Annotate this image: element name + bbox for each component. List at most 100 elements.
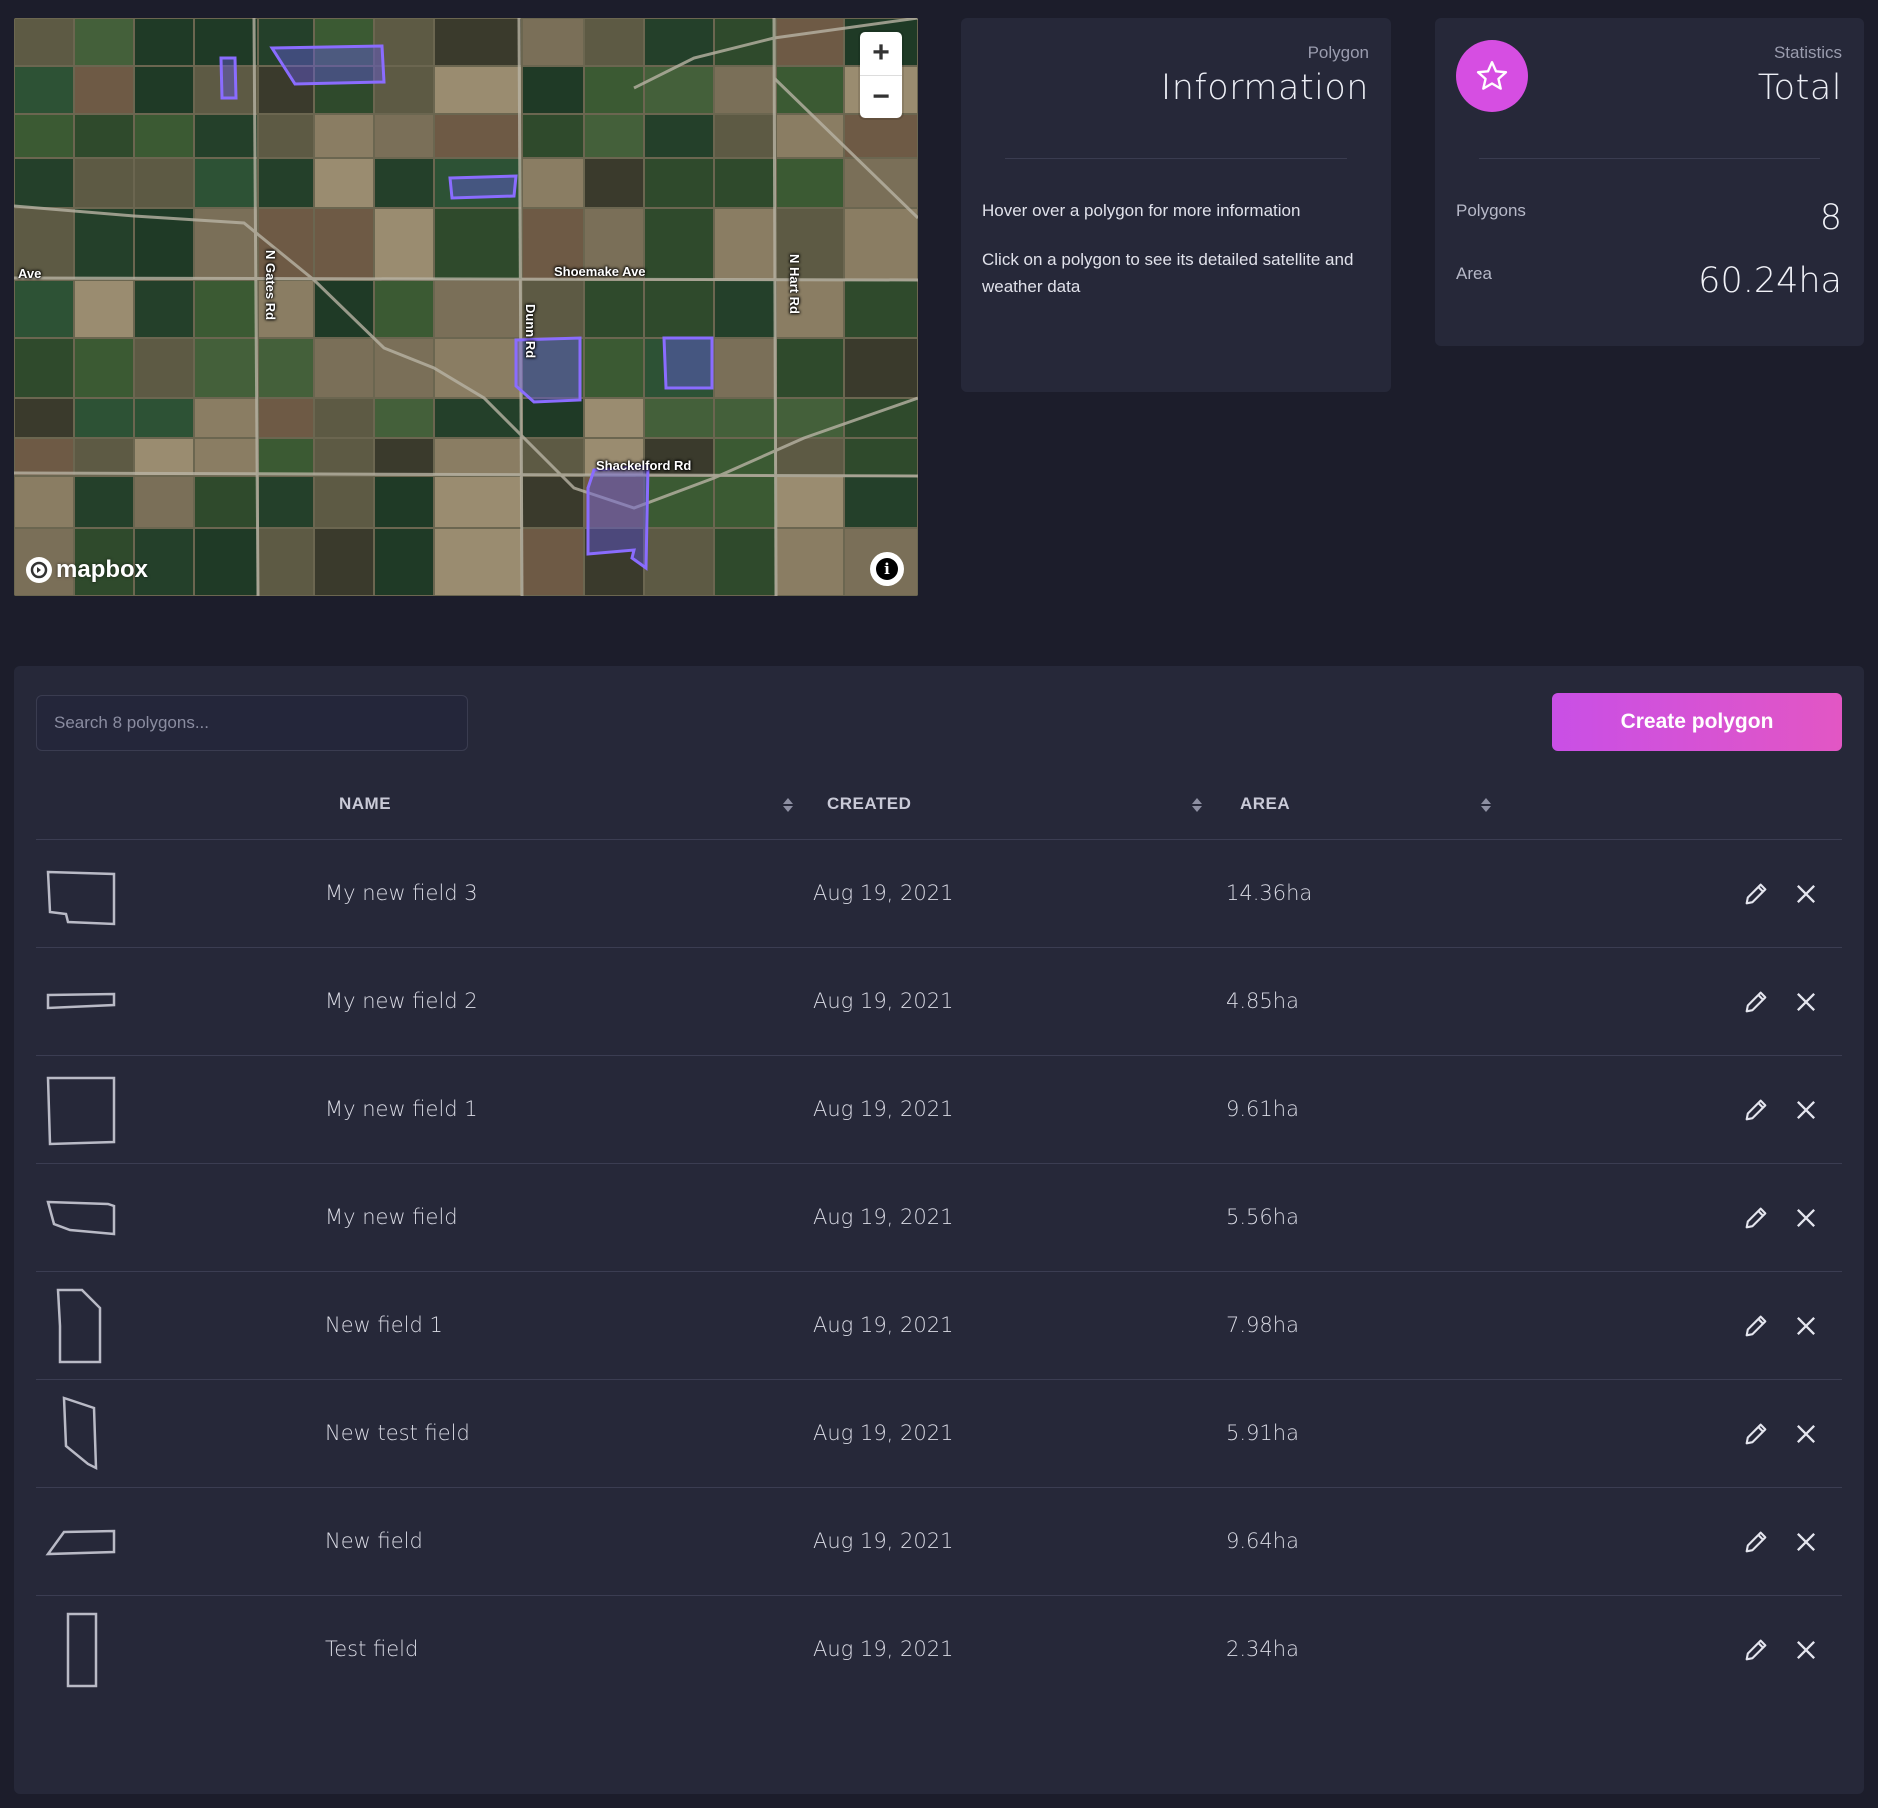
pencil-icon[interactable] — [1742, 1420, 1770, 1448]
close-icon[interactable] — [1792, 1096, 1820, 1124]
farm-field-patch — [259, 339, 313, 397]
map-attribution-info-button[interactable]: i — [870, 552, 904, 586]
farm-field-patch — [375, 529, 433, 595]
polygon-created: Aug 19, 2021 — [813, 1313, 954, 1337]
table-row[interactable]: New field Aug 19, 2021 9.64ha — [36, 1488, 1842, 1596]
table-row[interactable]: Test field Aug 19, 2021 2.34ha — [36, 1596, 1842, 1704]
close-icon[interactable] — [1792, 880, 1820, 908]
farm-field-patch — [645, 67, 713, 113]
polygon-shape-icon — [45, 1529, 116, 1556]
close-icon[interactable] — [1792, 1636, 1820, 1664]
info-click-hint: Click on a polygon to see its detailed s… — [982, 250, 1354, 296]
farm-field-patch — [435, 115, 521, 157]
pencil-icon[interactable] — [1742, 1204, 1770, 1232]
pencil-icon[interactable] — [1742, 988, 1770, 1016]
farm-field-patch — [135, 159, 193, 207]
zoom-in-button[interactable]: + — [860, 32, 902, 75]
pencil-icon[interactable] — [1742, 1312, 1770, 1340]
farm-field-patch — [315, 529, 373, 595]
farm-field-patch — [645, 159, 713, 207]
farm-field-patch — [585, 115, 643, 157]
farm-field-patch — [715, 209, 775, 279]
polygon-area: 2.34ha — [1226, 1637, 1299, 1661]
polygon-area: 9.64ha — [1226, 1529, 1299, 1553]
sort-area-icon[interactable] — [1480, 796, 1492, 814]
farm-field-patch — [645, 209, 713, 279]
farm-field-patch — [315, 339, 373, 397]
farm-field-patch — [75, 399, 133, 437]
sort-name-icon[interactable] — [782, 796, 794, 814]
map[interactable]: Ave N Gates Rd Dunn Rd Shoemake Ave N Ha… — [14, 18, 918, 596]
farm-field-patch — [715, 159, 775, 207]
table-row[interactable]: New field 1 Aug 19, 2021 7.98ha — [36, 1272, 1842, 1380]
farm-field-patch — [435, 209, 521, 279]
farm-field-patch — [15, 281, 73, 337]
farm-field-patch — [523, 159, 583, 207]
create-polygon-button[interactable]: Create polygon — [1552, 693, 1842, 751]
farm-field-patch — [435, 477, 521, 527]
table-row[interactable]: My new field 1 Aug 19, 2021 9.61ha — [36, 1056, 1842, 1164]
polygon-created: Aug 19, 2021 — [813, 1637, 954, 1661]
road-label-shoemake: Shoemake Ave — [554, 264, 646, 279]
farm-field-patch — [585, 159, 643, 207]
polygon-area: 9.61ha — [1226, 1097, 1299, 1121]
table-row[interactable]: My new field Aug 19, 2021 5.56ha — [36, 1164, 1842, 1272]
pencil-icon[interactable] — [1742, 1096, 1770, 1124]
farm-field-patch — [75, 439, 133, 475]
farm-field-patch — [195, 281, 257, 337]
table-row[interactable]: My new field 3 Aug 19, 2021 14.36ha — [36, 840, 1842, 948]
farm-field-patch — [75, 209, 133, 279]
pencil-icon[interactable] — [1742, 1636, 1770, 1664]
farm-field-patch — [435, 339, 521, 397]
farm-field-patch — [259, 159, 313, 207]
column-header-created[interactable]: CREATED — [827, 794, 911, 814]
polygon-name: New field 1 — [325, 1313, 443, 1337]
table-row[interactable]: My new field 2 Aug 19, 2021 4.85ha — [36, 948, 1842, 1056]
info-icon: i — [876, 558, 898, 580]
table-row[interactable]: New test field Aug 19, 2021 5.91ha — [36, 1380, 1842, 1488]
farm-field-patch — [523, 115, 583, 157]
zoom-control: + − — [860, 32, 902, 118]
close-icon[interactable] — [1792, 1528, 1820, 1556]
farm-field-patch — [585, 281, 643, 337]
close-icon[interactable] — [1792, 1204, 1820, 1232]
farm-field-patch — [715, 339, 775, 397]
page: Ave N Gates Rd Dunn Rd Shoemake Ave N Ha… — [0, 0, 1878, 1808]
farm-field-patch — [585, 339, 643, 397]
search-input[interactable] — [36, 695, 468, 751]
farm-field-patch — [15, 439, 73, 475]
pencil-icon[interactable] — [1742, 1528, 1770, 1556]
column-header-area[interactable]: AREA — [1240, 794, 1290, 814]
pencil-icon[interactable] — [1742, 880, 1770, 908]
farm-field-patch — [75, 19, 133, 65]
polygon-information-card: Polygon Information Hover over a polygon… — [961, 18, 1391, 392]
polygon-shape-icon — [46, 992, 116, 1010]
polygon-name: My new field 2 — [325, 989, 478, 1013]
farm-field-patch — [15, 115, 73, 157]
mapbox-logo[interactable]: mapbox — [26, 556, 148, 584]
sort-created-icon[interactable] — [1191, 796, 1203, 814]
farm-field-patch — [645, 529, 713, 595]
farm-field-patch — [15, 399, 73, 437]
farm-field-patch — [15, 67, 73, 113]
farm-field-patch — [375, 209, 433, 279]
farm-field-patch — [195, 339, 257, 397]
farm-field-patch — [645, 19, 713, 65]
close-icon[interactable] — [1792, 1420, 1820, 1448]
farm-field-patch — [75, 281, 133, 337]
farm-field-patch — [645, 477, 713, 527]
farm-field-patch — [259, 529, 313, 595]
zoom-out-button[interactable]: − — [860, 74, 902, 119]
farm-field-patch — [259, 115, 313, 157]
farm-field-patch — [777, 529, 843, 595]
road-label-n-gates: N Gates Rd — [263, 250, 278, 321]
close-icon[interactable] — [1792, 1312, 1820, 1340]
farm-field-patch — [195, 115, 257, 157]
polygon-area: 14.36ha — [1226, 881, 1313, 905]
close-icon[interactable] — [1792, 988, 1820, 1016]
column-header-name[interactable]: NAME — [339, 794, 391, 814]
farm-field-patch — [375, 439, 433, 475]
farm-field-patch — [15, 19, 73, 65]
road-label-dunn: Dunn Rd — [523, 304, 538, 359]
road-label-shackelford: Shackelford Rd — [596, 458, 692, 473]
